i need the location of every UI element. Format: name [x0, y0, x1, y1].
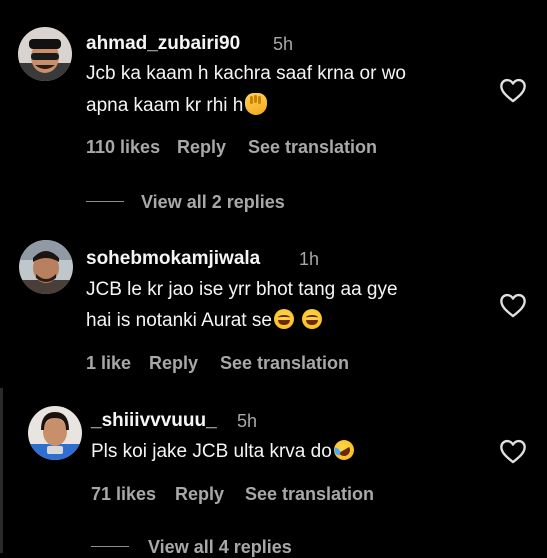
laughing-face-icon — [301, 309, 322, 329]
view-replies-button[interactable]: View all 2 replies — [141, 192, 285, 213]
avatar[interactable] — [18, 27, 72, 81]
clapping-hands-icon — [245, 93, 268, 115]
replies-divider — [86, 201, 124, 202]
like-heart-icon[interactable] — [499, 77, 527, 103]
view-replies-button[interactable]: View all 4 replies — [148, 537, 292, 558]
reply-button[interactable]: Reply — [177, 137, 226, 158]
like-heart-icon[interactable] — [499, 292, 527, 318]
username[interactable]: _shiiivvvuuu_ — [91, 410, 217, 432]
comment-text-line-1-text: Pls koi jake JCB ulta krva do — [91, 441, 332, 462]
replies-divider — [91, 546, 129, 547]
laughing-face-icon — [273, 309, 294, 329]
username[interactable]: ahmad_zubairi90 — [86, 33, 240, 55]
comment-timestamp: 1h — [299, 249, 320, 269]
comment-text-line-1: Jcb ka kaam h kachra saaf krna or wo — [86, 63, 406, 84]
comment-text-line-2: hai is notanki Aurat se — [86, 309, 322, 332]
see-translation-button[interactable]: See translation — [245, 484, 374, 505]
reply-button[interactable]: Reply — [149, 353, 198, 374]
comment-timestamp: 5h — [273, 34, 294, 54]
comment-text-line-1: Pls koi jake JCB ulta krva do — [91, 436, 358, 464]
see-translation-button[interactable]: See translation — [220, 353, 349, 374]
avatar[interactable] — [19, 240, 73, 294]
like-heart-icon[interactable] — [499, 438, 527, 464]
reply-thread-border — [0, 388, 3, 553]
comment-text-line-2-text: apna kaam kr rhi h — [86, 95, 244, 116]
likes-count[interactable]: 71 likes — [91, 484, 156, 505]
comment-text-line-2: apna kaam kr rhi h — [86, 93, 268, 117]
avatar[interactable] — [28, 406, 82, 460]
username[interactable]: sohebmokamjiwala — [86, 248, 260, 270]
likes-count[interactable]: 1 like — [86, 353, 131, 374]
likes-count[interactable]: 110 likes — [86, 137, 160, 158]
comment-text-line-2-text: hai is notanki Aurat se — [86, 310, 272, 331]
rolling-on-floor-laughing-icon — [330, 436, 358, 464]
reply-button[interactable]: Reply — [175, 484, 224, 505]
comment-timestamp: 5h — [237, 411, 258, 431]
see-translation-button[interactable]: See translation — [248, 137, 377, 158]
comment-text-line-1: JCB le kr jao ise yrr bhot tang aa gye — [86, 279, 398, 300]
